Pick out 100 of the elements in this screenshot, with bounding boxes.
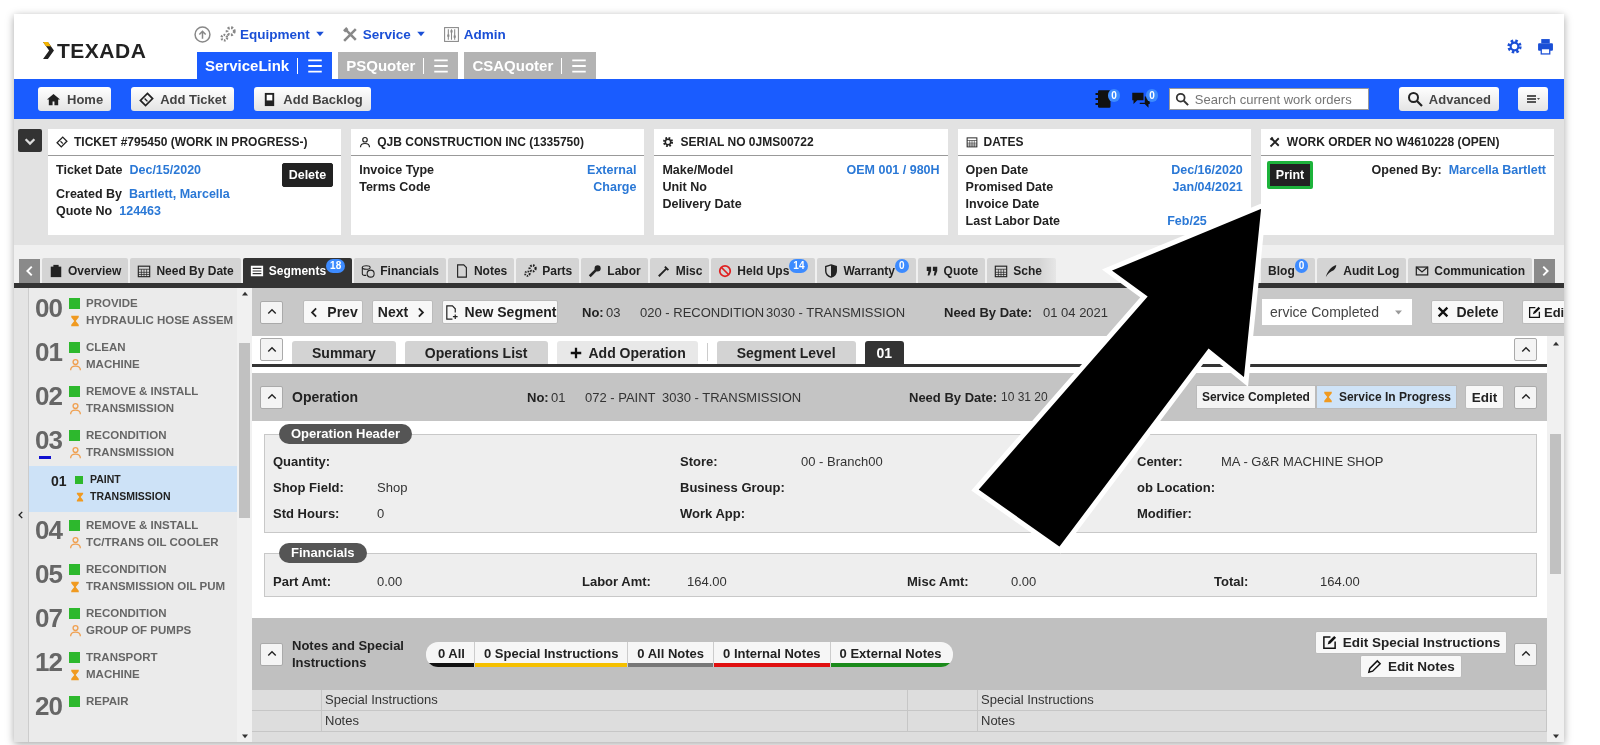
- tab[interactable]: Communication: [1408, 258, 1532, 283]
- segment-item[interactable]: 01 CLEAN MACHINE: [29, 334, 237, 378]
- tab[interactable]: Need By Date: [130, 258, 241, 283]
- edit-icon: [1528, 305, 1541, 319]
- field-label: Created By: [56, 187, 122, 201]
- notes-button[interactable]: Edit Special Instructions: [1314, 630, 1508, 654]
- segment-item[interactable]: 02 REMOVE & INSTALL TRANSMISSION: [29, 378, 237, 422]
- field-value: 124463: [119, 204, 161, 218]
- collapse-button[interactable]: [260, 300, 283, 324]
- scrollbar-thumb[interactable]: [239, 343, 250, 518]
- tab[interactable]: Segments 18: [242, 258, 353, 283]
- collapse-button[interactable]: [1514, 385, 1537, 409]
- segment-item[interactable]: 03 RECONDITION TRANSMISSION: [29, 422, 237, 466]
- count-badge: 0: [1146, 89, 1158, 102]
- tab[interactable]: Blog 0: [1261, 258, 1316, 283]
- print-icon[interactable]: [1537, 38, 1554, 55]
- filter-pill[interactable]: 0 Internal Notes: [714, 641, 831, 667]
- toolbar-button[interactable]: Home: [38, 87, 112, 111]
- prev-button[interactable]: Prev: [303, 300, 363, 324]
- tab[interactable]: 01: [864, 341, 905, 364]
- segment-item[interactable]: 01 PAINT TRANSMISSION: [29, 466, 237, 512]
- calendar-icon: [994, 263, 1009, 278]
- field-label: Delivery Date: [662, 197, 742, 211]
- search-icon: [1174, 92, 1189, 106]
- field-label: Labor Amt:: [582, 573, 652, 589]
- segment-item[interactable]: 05 RECONDITION TRANSMISSION OIL PUM: [29, 556, 237, 600]
- tab[interactable]: Summary: [292, 341, 396, 364]
- nav-link[interactable]: Admin: [442, 25, 506, 43]
- segment-item[interactable]: 07 RECONDITION GROUP OF PUMPS: [29, 600, 237, 644]
- add-operation-button[interactable]: Add Operation: [556, 341, 698, 364]
- toolbar-button[interactable]: Add Backlog: [254, 87, 371, 111]
- tab[interactable]: Overview: [42, 258, 129, 283]
- nav-link[interactable]: Equipment: [219, 25, 326, 43]
- field-value: Dec/16/2020: [1171, 163, 1243, 177]
- segment-item[interactable]: 04 REMOVE & INSTALL TC/TRANS OIL COOLER: [29, 512, 237, 556]
- segment-item[interactable]: 12 TRANSPORT MACHINE: [29, 644, 237, 688]
- home-icon: [46, 91, 61, 107]
- menu-icon[interactable]: [306, 56, 325, 75]
- filter-pill[interactable]: 0 Special Instructions: [475, 641, 629, 667]
- tab[interactable]: Notes: [447, 258, 515, 283]
- collapse-button[interactable]: [18, 129, 42, 152]
- field-value: Jan/04/2021: [1172, 180, 1243, 194]
- next-button[interactable]: Next: [372, 300, 433, 324]
- chevron-left-icon[interactable]: [16, 510, 26, 520]
- toolbar-button[interactable]: Add Ticket: [131, 87, 235, 111]
- status-option[interactable]: Service In Progress: [1315, 385, 1457, 409]
- tab[interactable]: Warranty 0: [817, 258, 916, 283]
- tab[interactable]: Operations List: [404, 341, 548, 364]
- collapse-button[interactable]: [1514, 642, 1537, 666]
- scrollbar[interactable]: [1547, 336, 1564, 742]
- field-label: Open Date: [965, 163, 1029, 177]
- status-option[interactable]: Service Completed: [1195, 385, 1316, 409]
- edit-button[interactable]: Edi: [1522, 300, 1564, 324]
- tab[interactable]: Quote: [917, 258, 986, 283]
- field-label: Std Hours:: [273, 505, 341, 521]
- filter-pill[interactable]: 0 All: [426, 641, 475, 667]
- filter-pill[interactable]: 0 External Notes: [830, 641, 954, 667]
- arrow-up-circle-icon[interactable]: [194, 25, 211, 43]
- scrollbar[interactable]: [237, 288, 252, 742]
- field-value: Shop: [377, 479, 409, 495]
- edit-button[interactable]: Edit: [1465, 385, 1504, 409]
- calendar-icon: [137, 263, 152, 278]
- gears-icon: [219, 25, 236, 43]
- settings-icon[interactable]: [1506, 38, 1523, 55]
- field-value: OEM 001 / 980H: [846, 163, 940, 177]
- tab[interactable]: Held Ups 14: [711, 258, 816, 283]
- card-button[interactable]: Delete: [281, 163, 334, 187]
- field-value: 10 31 20: [1001, 390, 1048, 404]
- field-label: Modifier:: [1137, 505, 1193, 521]
- count-badge: 0: [895, 258, 909, 273]
- segment-item[interactable]: 00 PROVIDE HYDRAULIC HOSE ASSEM: [29, 290, 237, 334]
- search-field[interactable]: Search current work orders: [1168, 88, 1369, 110]
- field-label: Quantity:: [273, 453, 332, 469]
- filter-pill[interactable]: 0 All Notes: [628, 641, 715, 667]
- scroll-left-button[interactable]: [19, 259, 40, 283]
- collapse-button[interactable]: [260, 642, 283, 666]
- tab[interactable]: Financials: [354, 258, 446, 283]
- delete-button[interactable]: Delete: [1431, 300, 1504, 324]
- tab[interactable]: Audit Log: [1317, 258, 1407, 283]
- card-button[interactable]: Print: [1266, 161, 1314, 189]
- shield-icon: [824, 263, 839, 278]
- tab[interactable]: Sche: [987, 258, 1056, 283]
- tab[interactable]: Misc: [649, 258, 710, 283]
- collapse-button[interactable]: [260, 338, 283, 361]
- tab[interactable]: Segment Level: [716, 341, 856, 364]
- field-label: Make/Model: [662, 163, 734, 177]
- status-dropdown[interactable]: ervice Completed: [1262, 299, 1412, 325]
- collapse-button[interactable]: [260, 385, 283, 409]
- new-segment-button[interactable]: New Segment: [442, 300, 558, 324]
- notes-button[interactable]: Edit Notes: [1360, 654, 1462, 678]
- scrollbar-thumb[interactable]: [1550, 434, 1561, 574]
- tab[interactable]: Parts: [516, 258, 580, 283]
- app-tab[interactable]: ServiceLink: [197, 52, 333, 79]
- advanced-search-button[interactable]: Advanced: [1398, 87, 1499, 111]
- collapse-button[interactable]: [1514, 338, 1537, 361]
- list-menu-button[interactable]: [1518, 87, 1548, 111]
- nav-link[interactable]: Service: [341, 25, 427, 43]
- tab[interactable]: Labor: [581, 258, 648, 283]
- segment-item[interactable]: 20 REPAIR: [29, 688, 237, 732]
- scroll-right-button[interactable]: [1534, 259, 1555, 283]
